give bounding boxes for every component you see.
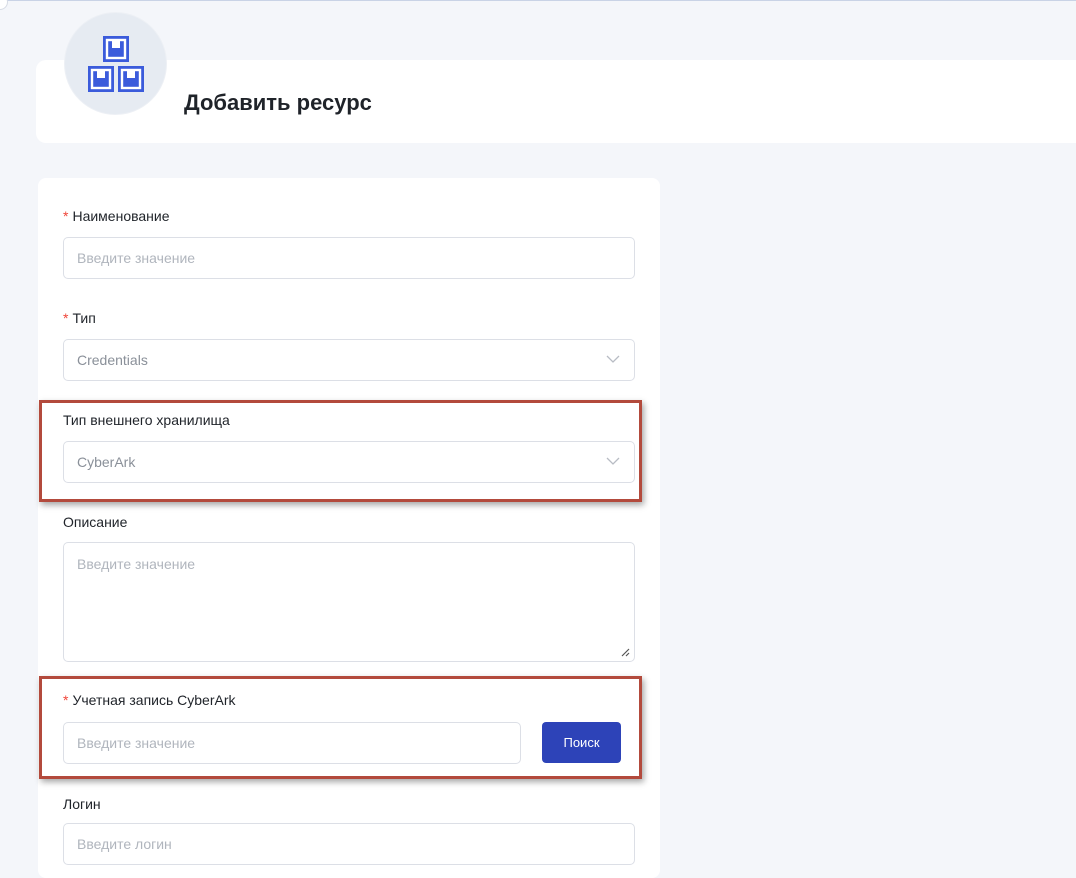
page-title: Добавить ресурс [184,90,372,115]
highlight-storage-type [39,400,642,502]
name-input[interactable]: Введите значение [63,237,635,279]
resize-handle-icon[interactable] [620,647,630,657]
description-textarea[interactable]: Введите значение [63,542,635,662]
login-label: Логин [63,796,101,812]
chevron-down-icon [606,355,620,363]
type-select[interactable]: Credentials [63,339,635,381]
resource-avatar [64,12,167,115]
type-select-value: Credentials [77,352,148,368]
name-label: * Наименование [63,208,170,224]
required-mark: * [63,310,69,326]
top-border [0,0,1076,1]
type-label: * Тип [63,310,96,326]
window-corner [0,0,8,10]
login-input[interactable]: Введите логин [63,823,635,865]
warehouse-boxes-icon [87,35,144,92]
required-mark: * [63,208,69,224]
description-label: Описание [63,514,128,530]
highlight-cyberark-account [39,676,642,779]
